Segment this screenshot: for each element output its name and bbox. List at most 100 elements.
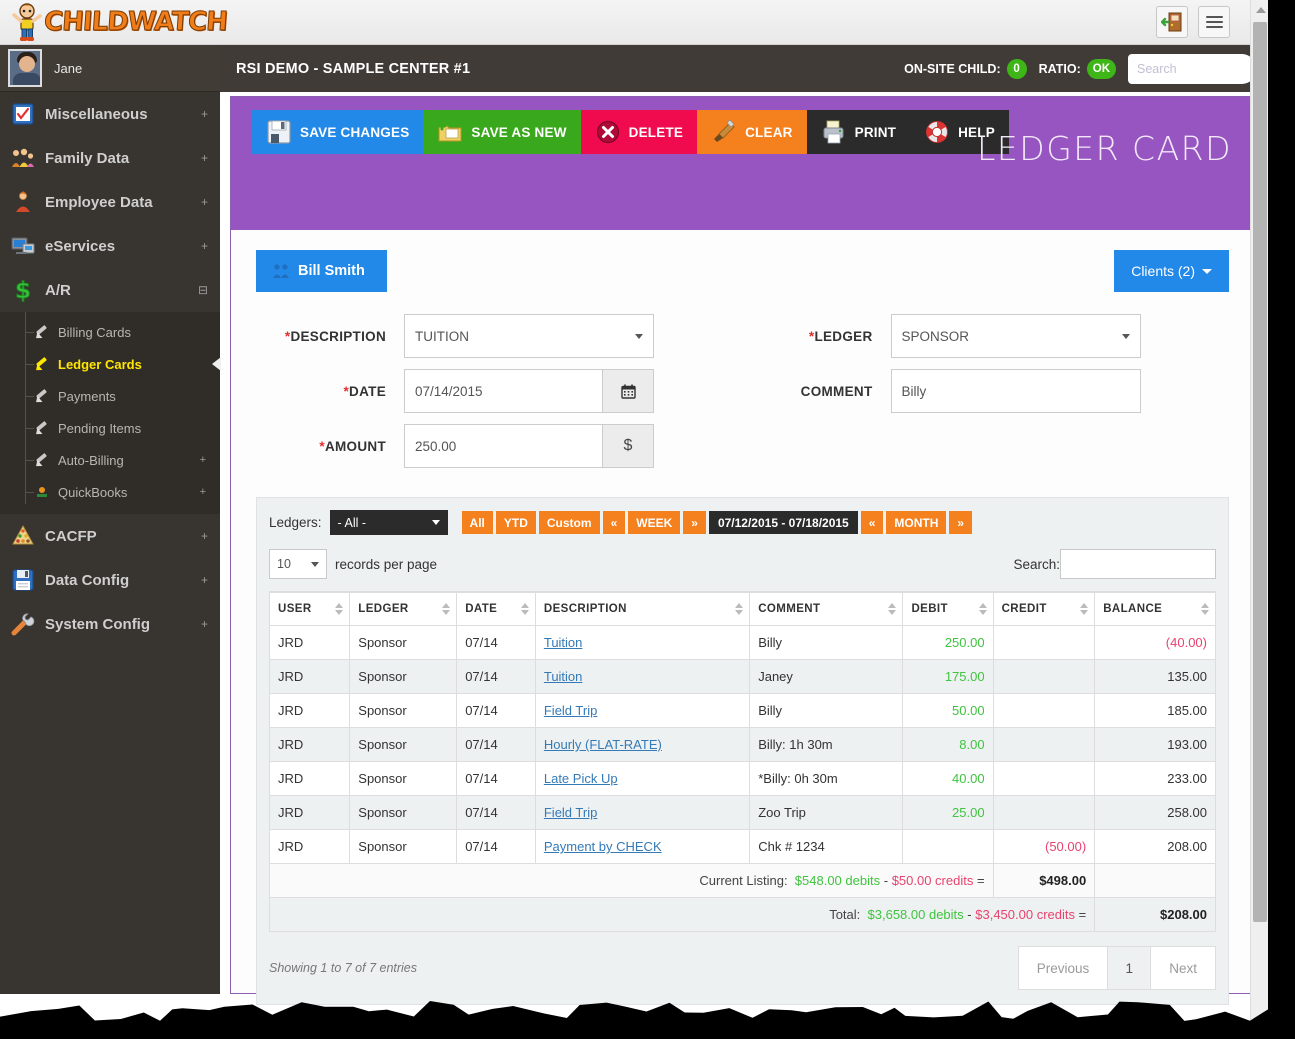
cell-description[interactable]: Tuition — [534, 659, 751, 694]
week-button[interactable]: WEEK — [628, 511, 681, 534]
cell-description[interactable]: Hourly (FLAT-RATE) — [534, 727, 751, 762]
amount-input[interactable] — [404, 424, 602, 468]
clients-dropdown-button[interactable]: Clients (2) — [1114, 250, 1229, 292]
expander-icon[interactable]: + — [201, 573, 208, 587]
vertical-scrollbar[interactable] — [1250, 0, 1268, 1039]
pagination-page-1[interactable]: 1 — [1107, 946, 1152, 990]
column-header-date[interactable]: DATE — [456, 591, 536, 626]
header-search[interactable] — [1128, 53, 1295, 84]
print-button[interactable]: PRINT — [806, 110, 911, 154]
expander-icon[interactable]: + — [200, 454, 206, 466]
column-header-debit[interactable]: DEBIT — [902, 591, 994, 626]
ledgers-select[interactable]: - All - — [329, 510, 448, 535]
week-next-button[interactable]: » — [683, 511, 706, 534]
filter-ytd-button[interactable]: YTD — [495, 511, 536, 534]
table-row[interactable]: JRD Sponsor 07/14 Field Trip Billy 50.00 185.0… — [268, 693, 1216, 728]
column-header-description[interactable]: DESCRIPTION — [534, 591, 751, 626]
cell-description[interactable]: Late Pick Up — [534, 761, 751, 796]
column-header-user[interactable]: USER — [268, 591, 351, 626]
description-link[interactable]: Late Pick Up — [544, 771, 618, 786]
table-row[interactable]: JRD Sponsor 07/14 Late Pick Up *Billy: 0h 30… — [268, 761, 1216, 796]
sidebar-item-cacfp[interactable]: CACFP + — [0, 514, 220, 558]
save-changes-button[interactable]: SAVE CHANGES — [252, 110, 424, 154]
table-header-row: USER LEDGER DATE DESCRIPTION COMMENT DEB… — [268, 591, 1216, 626]
sidebar-item-quickbooks[interactable]: QuickBooks + — [0, 476, 220, 508]
sidebar-item-eservices[interactable]: eServices + — [0, 224, 220, 268]
ledger-table: USER LEDGER DATE DESCRIPTION COMMENT DEB… — [268, 591, 1216, 932]
cell-user: JRD — [268, 625, 351, 660]
month-next-button[interactable]: » — [949, 511, 973, 534]
brand-logo[interactable]: CHILDWATCH — [10, 2, 228, 42]
description-link[interactable]: Hourly (FLAT-RATE) — [544, 737, 662, 752]
collapse-icon[interactable]: ⊟ — [198, 283, 208, 297]
sidebar-item-family-data[interactable]: Family Data + — [0, 136, 220, 180]
ledger-select[interactable]: SPONSOR — [890, 314, 1141, 358]
brand-name: CHILDWATCH — [42, 7, 228, 38]
sidebar-item-billing-cards[interactable]: Billing Cards — [0, 316, 220, 348]
column-header-balance[interactable]: BALANCE — [1094, 591, 1216, 626]
cell-description[interactable]: Field Trip — [534, 795, 751, 830]
sidebar-subitem-label: Pending Items — [58, 420, 142, 436]
cell-balance: 258.00 — [1094, 795, 1216, 830]
comment-input[interactable] — [890, 369, 1141, 413]
pagination: Previous 1 Next — [1017, 946, 1216, 990]
table-row[interactable]: JRD Sponsor 07/14 Field Trip Zoo Trip 25.00 25… — [268, 795, 1216, 830]
table-row[interactable]: JRD Sponsor 07/14 Hourly (FLAT-RATE) Billy: … — [268, 727, 1216, 762]
cell-description[interactable]: Tuition — [534, 625, 751, 660]
sidebar-item-miscellaneous[interactable]: Miscellaneous + — [0, 92, 220, 136]
expander-icon[interactable]: + — [201, 529, 208, 543]
sidebar-item-pending-items[interactable]: Pending Items — [0, 412, 220, 444]
week-prev-button[interactable]: « — [602, 511, 626, 534]
column-header-credit[interactable]: CREDIT — [992, 591, 1096, 626]
exit-door-icon[interactable] — [1156, 6, 1188, 38]
sidebar-item-payments[interactable]: Payments — [0, 380, 220, 412]
sidebar-item-employee-data[interactable]: Employee Data + — [0, 180, 220, 224]
chevron-down-icon — [1121, 333, 1130, 339]
date-range-display[interactable]: 07/12/2015 - 07/18/2015 — [708, 511, 858, 534]
calendar-icon[interactable] — [602, 369, 654, 413]
clear-button[interactable]: CLEAR — [697, 110, 807, 154]
scroll-up-icon[interactable] — [1256, 7, 1266, 13]
save-as-new-button[interactable]: SAVE AS NEW — [423, 110, 581, 154]
description-link[interactable]: Payment by CHECK — [544, 839, 662, 854]
hamburger-menu-icon[interactable] — [1198, 6, 1230, 38]
expander-icon[interactable]: + — [201, 617, 208, 631]
date-input[interactable] — [404, 369, 602, 413]
cell-description[interactable]: Field Trip — [534, 693, 751, 728]
pagination-next[interactable]: Next — [1150, 946, 1216, 990]
sidebar-item-ar[interactable]: $ A/R ⊟ — [0, 268, 220, 312]
description-link[interactable]: Tuition — [544, 669, 583, 684]
filter-custom-button[interactable]: Custom — [538, 511, 600, 534]
scrollbar-thumb[interactable] — [1253, 22, 1267, 922]
description-link[interactable]: Field Trip — [544, 805, 597, 820]
description-link[interactable]: Tuition — [544, 635, 583, 650]
column-header-ledger[interactable]: LEDGER — [349, 591, 458, 626]
dollar-icon[interactable]: $ — [602, 424, 654, 468]
table-row[interactable]: JRD Sponsor 07/14 Tuition Janey 175.00 135.00 — [268, 659, 1216, 694]
sidebar-item-data-config[interactable]: Data Config + — [0, 558, 220, 602]
table-row[interactable]: JRD Sponsor 07/14 Payment by CHECK Chk # 123… — [268, 829, 1216, 864]
table-search-input[interactable] — [1060, 549, 1216, 579]
filter-all-button[interactable]: All — [461, 511, 493, 534]
description-link[interactable]: Field Trip — [544, 703, 597, 718]
expander-icon[interactable]: + — [201, 107, 208, 121]
sidebar-item-system-config[interactable]: System Config + — [0, 602, 220, 646]
sidebar-user[interactable]: Jane — [0, 45, 220, 92]
expander-icon[interactable]: + — [200, 486, 206, 498]
cell-description[interactable]: Payment by CHECK — [534, 829, 751, 864]
expander-icon[interactable]: + — [201, 151, 208, 165]
month-button[interactable]: MONTH — [886, 511, 947, 534]
expander-icon[interactable]: + — [201, 239, 208, 253]
table-row[interactable]: JRD Sponsor 07/14 Tuition Billy 250.00 (40.00) — [268, 625, 1216, 660]
sidebar-item-ledger-cards[interactable]: Ledger Cards — [0, 348, 221, 380]
sidebar-item-auto-billing[interactable]: Auto-Billing + — [0, 444, 220, 476]
description-select[interactable]: TUITION — [404, 314, 654, 358]
client-name-tab[interactable]: Bill Smith — [256, 250, 387, 292]
month-prev-button[interactable]: « — [860, 511, 884, 534]
expander-icon[interactable]: + — [201, 195, 208, 209]
page-length-select[interactable]: 10 — [269, 549, 327, 579]
field-ledger: *LEDGER SPONSOR — [743, 314, 1230, 358]
pagination-previous[interactable]: Previous — [1017, 946, 1109, 990]
column-header-comment[interactable]: COMMENT — [749, 591, 904, 626]
delete-button[interactable]: DELETE — [580, 110, 698, 154]
